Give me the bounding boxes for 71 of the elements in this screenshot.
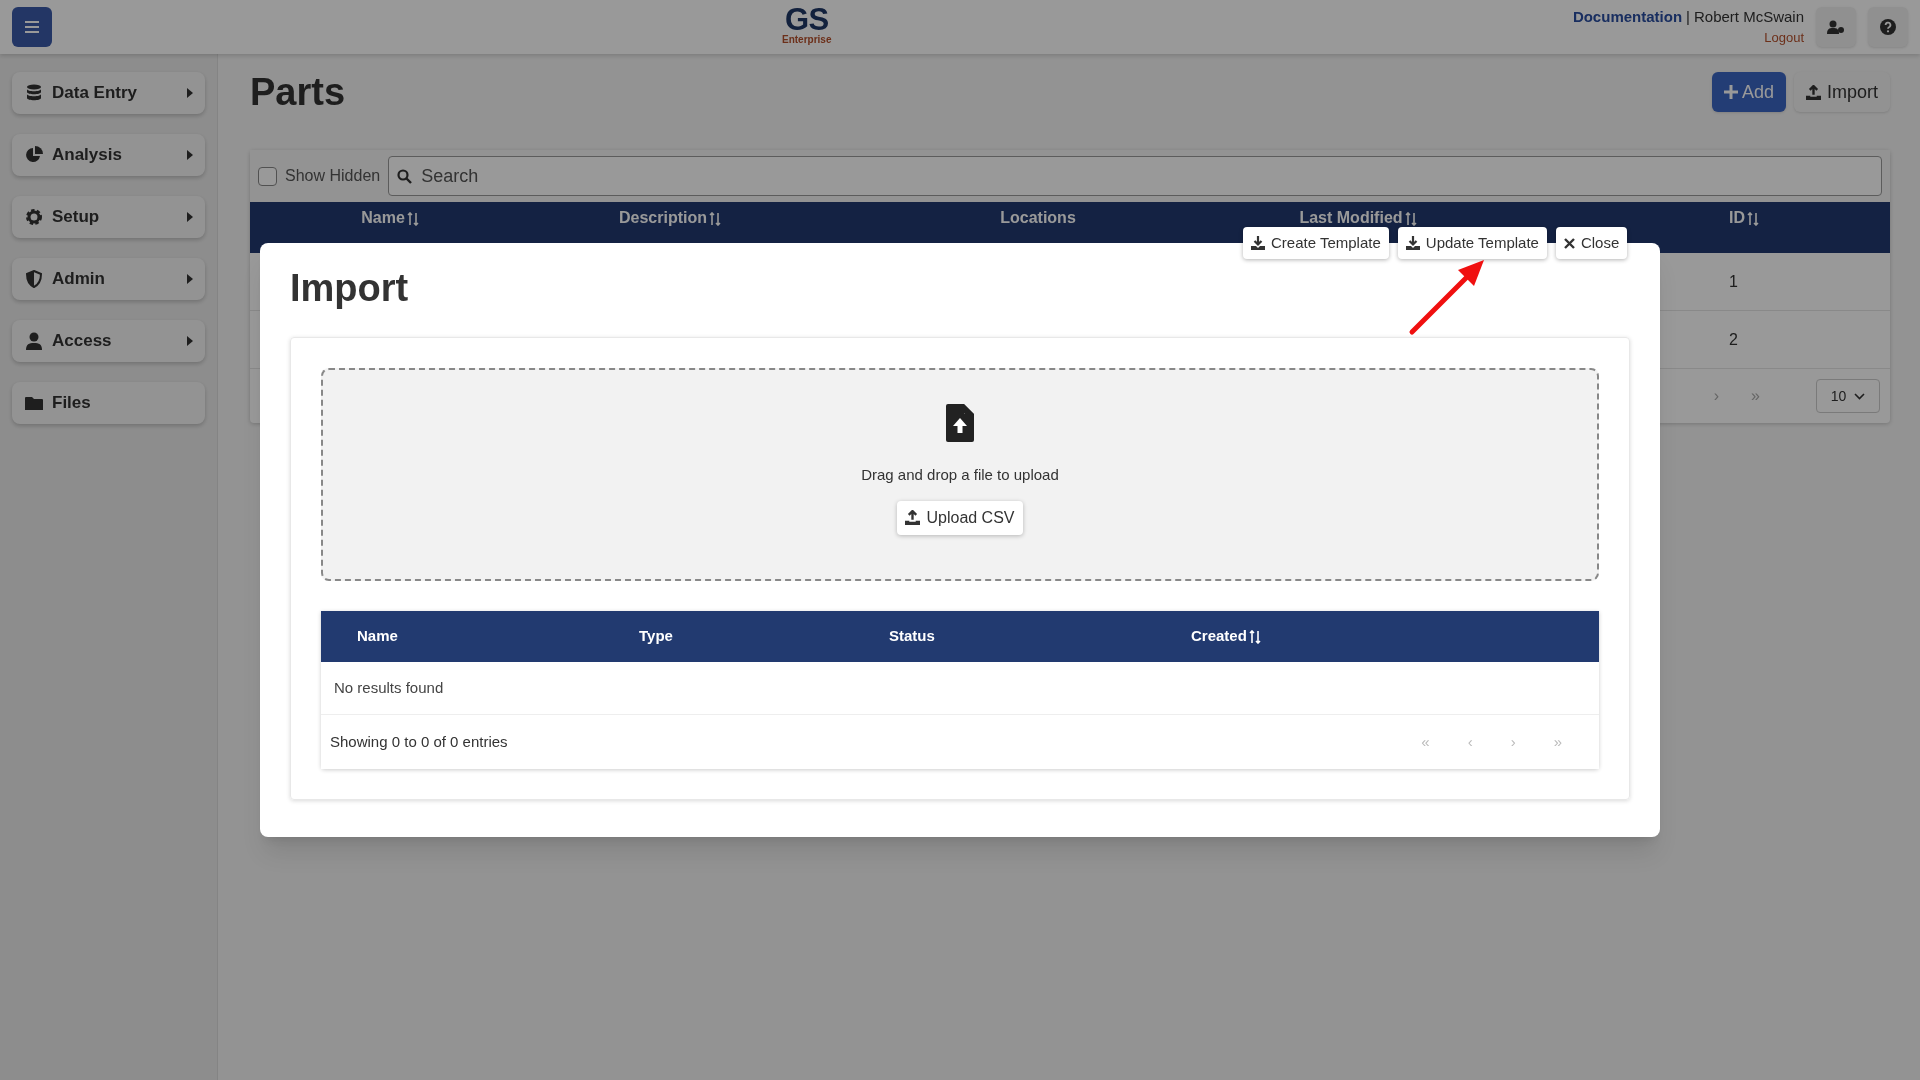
column-header[interactable]: ID	[1729, 209, 1759, 226]
upload-icon	[1806, 84, 1821, 100]
column-header[interactable]: Description	[619, 209, 721, 226]
entries-summary: Showing 0 to 0 of 0 entries	[330, 731, 508, 752]
column-header[interactable]: Name	[361, 209, 419, 226]
download-icon	[1251, 236, 1265, 250]
import-button[interactable]: Import	[1794, 72, 1890, 112]
help-button[interactable]	[1868, 7, 1908, 47]
sidebar-item[interactable]: Data Entry	[12, 72, 205, 114]
template-button[interactable]: Create Template	[1243, 227, 1389, 259]
menu-button[interactable]	[12, 7, 52, 47]
close-button[interactable]: Close	[1555, 227, 1628, 259]
page-title: Parts	[250, 69, 346, 115]
user-settings-button[interactable]	[1816, 7, 1856, 47]
sidebar-item-label: Access	[52, 330, 112, 353]
logo-subtitle: Enterprise	[782, 35, 832, 45]
sidebar-item[interactable]: Admin	[12, 258, 205, 300]
checkbox-label: Show Hidden	[285, 166, 381, 186]
search-icon	[397, 169, 413, 184]
plus-icon	[1723, 85, 1738, 99]
folder-icon	[25, 395, 43, 411]
table-cell: 1	[1729, 272, 1738, 290]
sidebar-item[interactable]: Files	[12, 382, 205, 424]
user-icon	[26, 332, 42, 350]
template-button[interactable]: Update Template	[1397, 227, 1547, 259]
sort-icon	[1747, 211, 1759, 226]
sidebar-item-label: Data Entry	[52, 82, 138, 105]
shield-icon	[26, 270, 42, 288]
add-button[interactable]: Add	[1711, 72, 1786, 112]
column-header: Locations	[1000, 209, 1076, 226]
download-icon	[1405, 236, 1420, 250]
page-size-select[interactable]: 10	[1816, 379, 1880, 413]
sort-icon	[1404, 211, 1417, 226]
sidebar-item[interactable]: Analysis	[12, 134, 205, 176]
dropzone[interactable]: Drag and drop a file to upload Upload CSV	[321, 368, 1599, 581]
sort-icon	[709, 211, 721, 226]
user-name: Robert McSwain	[1693, 7, 1804, 27]
database-icon	[26, 84, 42, 102]
file-upload-icon	[946, 404, 974, 442]
menu-icon	[24, 20, 40, 34]
sidebar-item-label: Analysis	[52, 144, 122, 167]
user-settings-icon	[1827, 20, 1845, 34]
close-icon	[1563, 237, 1575, 249]
column-header[interactable]: Last Modified	[1299, 209, 1417, 226]
upload-csv-button[interactable]: Upload CSV	[897, 500, 1023, 535]
column-header: Type	[639, 626, 674, 647]
logout-link[interactable]: Logout	[1764, 30, 1804, 47]
upload-icon	[905, 510, 921, 525]
sort-icon	[406, 211, 419, 226]
sidebar-item[interactable]: Setup	[12, 196, 205, 238]
chevron-down-icon	[1854, 392, 1866, 400]
pie-chart-icon	[25, 146, 43, 164]
empty-message: No results found	[334, 677, 444, 698]
search-field[interactable]: Search	[388, 156, 1882, 196]
sidebar-item-label: Setup	[52, 206, 100, 229]
sidebar-item-label: Admin	[52, 268, 105, 291]
modal-title: Import	[290, 269, 409, 307]
help-icon	[1880, 19, 1896, 35]
dropzone-text: Drag and drop a file to upload	[861, 465, 1059, 485]
sort-icon	[1248, 630, 1261, 645]
table-cell: 2	[1729, 330, 1738, 348]
settings-icon	[25, 208, 43, 226]
column-header: Name	[357, 626, 399, 647]
documentation-link[interactable]: Documentation	[1572, 7, 1683, 27]
logo-title: GS	[785, 4, 829, 35]
sidebar-item[interactable]: Access	[12, 320, 205, 362]
separator: |	[1686, 7, 1690, 27]
column-header: Status	[889, 626, 936, 647]
sidebar-item-label: Files	[52, 392, 91, 415]
column-header[interactable]: Created	[1191, 625, 1599, 648]
show-hidden-checkbox[interactable]	[258, 166, 277, 186]
